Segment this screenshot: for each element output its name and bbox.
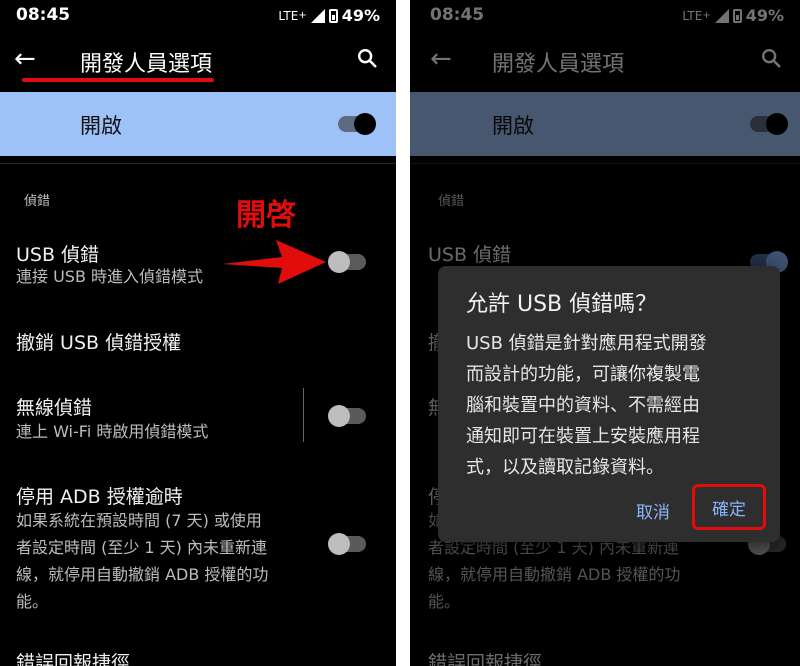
right-screen: 08:45 LTE+ 49% ← 開發人員選項 開啟 偵錯 USB 偵錯 撤銷 …: [410, 0, 800, 666]
divider: [0, 163, 396, 164]
dialog-title: 允許 USB 偵錯嗎？: [466, 292, 658, 317]
dialog-message-line: USB 偵錯是針對應用程式開發: [466, 333, 707, 354]
adb-timeout-toggle[interactable]: [328, 533, 366, 555]
wireless-debugging-summary: 連上 Wi-Fi 時啟用偵錯模式: [16, 422, 209, 441]
search-icon[interactable]: [356, 47, 378, 69]
section-header: 偵錯: [24, 194, 51, 209]
revoke-usb-title[interactable]: 撤銷 USB 偵錯授權: [16, 328, 181, 355]
toggle-knob: [328, 251, 350, 273]
battery-icon: [328, 8, 338, 23]
toggle-knob: [328, 405, 350, 427]
annotation-label: 開啓: [236, 198, 296, 233]
usb-debugging-summary: 連接 USB 時進入偵錯模式: [16, 267, 204, 286]
vertical-divider: [303, 388, 304, 442]
title-underline-annotation: [22, 78, 214, 82]
battery-level: 49%: [341, 6, 380, 25]
dialog-message-line: 腦和裝置中的資料、不需經由: [466, 395, 700, 416]
status-time: 08:45: [16, 5, 71, 25]
network-plus: +: [298, 10, 307, 21]
page-title: 開發人員選項: [80, 52, 213, 77]
dialog-message-line: 通知即可在裝置上安裝應用程: [466, 426, 700, 447]
summary-line: 線，就停用自動撤銷 ADB 授權的功: [16, 565, 269, 584]
cancel-button[interactable]: 取消: [636, 498, 670, 523]
wireless-debugging-toggle[interactable]: [328, 405, 366, 427]
adb-timeout-summary: 如果系統在預設時間 (7 天) 或使用 者設定時間 (至少 1 天) 內未重新連…: [16, 507, 306, 615]
left-screen: 08:45 LTE + 49% ← 開發人員選項 開啟 偵錯 開啓 USB 偵錯 …: [0, 0, 396, 666]
dialog-message-line: 式，以及讀取記錄資料。: [466, 457, 664, 478]
summary-line: 能。: [16, 592, 49, 611]
status-icons: LTE+ 49%: [278, 6, 380, 25]
summary-line: 者設定時間 (至少 1 天) 內未重新連: [16, 538, 268, 557]
wireless-debugging-title[interactable]: 無線偵錯: [16, 393, 92, 420]
summary-line: 如果系統在預設時間 (7 天) 或使用: [16, 511, 262, 530]
adb-timeout-title[interactable]: 停用 ADB 授權逾時: [16, 482, 183, 509]
bug-report-title[interactable]: 錯誤回報捷徑: [16, 648, 130, 666]
dialog-message: USB 偵錯是針對應用程式開發 而設計的功能，可讓你複製電 腦和裝置中的資料、不…: [466, 328, 756, 483]
master-switch-label: 開啟: [80, 114, 122, 138]
confirm-button[interactable]: 確定: [692, 484, 766, 530]
status-bar: 08:45 LTE+ 49%: [0, 0, 396, 32]
back-arrow-icon[interactable]: ←: [14, 44, 36, 74]
master-switch-bar[interactable]: 開啟: [0, 92, 396, 156]
usb-debugging-toggle[interactable]: [328, 251, 366, 273]
toggle-knob: [328, 533, 350, 555]
master-toggle[interactable]: [338, 113, 376, 135]
dialog-message-line: 而設計的功能，可讓你複製電: [466, 364, 700, 385]
usb-debug-dialog: 允許 USB 偵錯嗎？ USB 偵錯是針對應用程式開發 而設計的功能，可讓你複製…: [438, 266, 780, 542]
network-label: LTE: [278, 8, 299, 23]
signal-icon: [310, 8, 325, 23]
toggle-knob: [354, 113, 376, 135]
